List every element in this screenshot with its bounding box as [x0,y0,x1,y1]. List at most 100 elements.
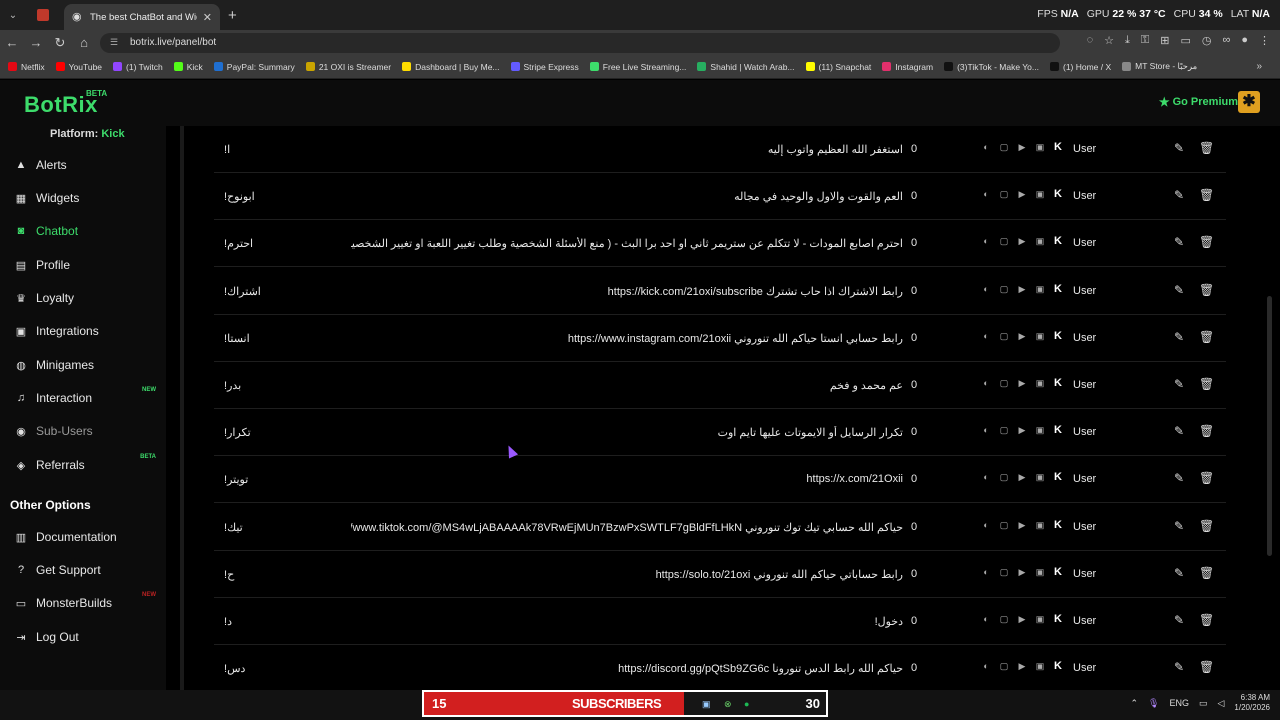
sidebar-item-chatbot[interactable]: ◙ Chatbot [0,216,166,246]
more-bookmarks-icon[interactable]: » [1256,61,1262,72]
user-avatar[interactable]: ✱ [1238,91,1260,113]
command-permission: User [1073,520,1097,533]
edit-icon[interactable]: ✎ [1174,283,1184,297]
tray-chevron-icon[interactable]: ⌃ [1130,698,1138,709]
command-uses: 0 [911,237,918,250]
trash-icon[interactable]: 🗑 [1199,283,1214,297]
discord-icon: ◐ [983,425,989,436]
forward-icon[interactable]: → [24,35,48,50]
trash-icon[interactable]: 🗑 [1199,330,1214,344]
sidebar-item-alerts[interactable]: ▲ Alerts [0,150,166,180]
profile-avatar-icon[interactable]: ● [1241,34,1248,47]
edit-icon[interactable]: ✎ [1174,660,1184,674]
edit-icon[interactable]: ✎ [1174,330,1184,344]
bookmark-item[interactable]: (1) Twitch [113,62,163,72]
bookmark-item[interactable]: 21 OXI is Streamer [305,62,391,72]
bookmark-item[interactable]: Shahid | Watch Arab... [697,62,795,72]
spotify-icon[interactable]: ● [744,699,749,709]
sidebar-item-monsterbuilds[interactable]: ▭ MonsterBuilds NEW [0,588,166,618]
trash-icon[interactable]: 🗑 [1199,566,1214,580]
trash-icon[interactable]: 🗑 [1199,424,1214,438]
sidebar-item-get-support[interactable]: ? Get Support [0,555,166,585]
link-icon[interactable]: ∞ [1223,34,1231,47]
trash-icon[interactable]: 🗑 [1199,660,1214,674]
bookmark-item[interactable]: Instagram [882,62,933,72]
edit-icon[interactable]: ✎ [1174,188,1184,202]
close-tab-icon[interactable]: ✕ [203,11,212,24]
sidebar-item-profile[interactable]: ▤ Profile [0,250,166,280]
home-icon[interactable]: ⌂ [72,35,96,50]
volume-icon[interactable]: ◁ [1217,698,1224,709]
edit-icon[interactable]: ✎ [1174,471,1184,485]
kick-icon: K [1054,518,1062,531]
edit-icon[interactable]: ✎ [1174,424,1184,438]
card-icon[interactable]: ▭ [1180,34,1190,47]
vscode-icon[interactable]: ▣ [702,699,711,710]
sidebar-item-loyalty[interactable]: ♛ Loyalty [0,283,166,313]
tab-search-chevron-icon[interactable]: ⌄ [4,6,22,24]
new-tab-icon[interactable]: + [228,7,237,24]
language-indicator[interactable]: ENG [1169,698,1189,708]
eye-off-icon[interactable]: ◌ [1087,34,1094,47]
edit-icon[interactable]: ✎ [1174,235,1184,249]
history-icon[interactable]: ◷ [1202,34,1212,47]
edit-icon[interactable]: ✎ [1174,613,1184,627]
trash-icon[interactable]: 🗑 [1199,188,1214,202]
bookmark-item[interactable]: (11) Snapchat [805,62,871,72]
edit-icon[interactable]: ✎ [1174,377,1184,391]
reload-icon[interactable]: ↻ [48,35,72,51]
edit-icon[interactable]: ✎ [1174,141,1184,155]
translate-icon[interactable]: ⊞ [1160,34,1169,47]
bookmark-item[interactable]: Kick [173,62,203,72]
sidebar-item-label: Sub-Users [36,424,93,438]
sidebar-item-integrations[interactable]: ▣ Integrations [0,316,166,346]
sidebar-item-log-out[interactable]: ⇥ Log Out [0,622,166,652]
menu-icon[interactable]: ⋮ [1259,34,1270,47]
bookmark-favicon-icon [1122,62,1132,71]
site-info-icon[interactable]: ☰ [110,37,122,49]
sidebar-item-interaction[interactable]: ♫ Interaction NEW [0,383,166,413]
sidebar-item-widgets[interactable]: ▦ Widgets [0,183,166,213]
trash-icon[interactable]: 🗑 [1199,377,1214,391]
sidebar-item-referrals[interactable]: ◈ Referrals BETA [0,450,166,480]
network-icon[interactable]: ▭ [1199,698,1208,709]
bookmark-item[interactable]: Netflix [8,62,45,72]
trash-icon[interactable]: 🗑 [1199,519,1214,533]
pinned-tab[interactable] [28,3,58,27]
bookmark-favicon-icon [402,62,412,71]
table-row: !ح رابط حساباتي حياكم الله تنوروني https:… [214,551,1226,598]
bookmark-item[interactable]: Dashboard | Buy Me... [402,62,500,72]
bookmark-item[interactable]: MT Store - مرحبًا [1122,61,1197,72]
edit-icon[interactable]: ✎ [1174,566,1184,580]
bookmark-item[interactable]: Stripe Express [510,62,579,72]
sidebar-item-minigames[interactable]: ◍ Minigames [0,350,166,380]
platform-icons: ◐ ▢ ▶ ▣ K [980,424,1064,436]
url-bar[interactable]: ☰ botrix.live/panel/bot [100,32,1060,53]
xbox-icon[interactable]: ⊗ [724,699,732,710]
trovo-icon: ▣ [1035,472,1045,483]
bookmark-item[interactable]: Free Live Streaming... [589,62,686,72]
command-name: !ا [224,144,231,156]
trovo-icon: ▣ [1035,566,1045,577]
key-icon[interactable]: ⚿ [1141,34,1149,47]
bookmark-item[interactable]: YouTube [55,62,102,72]
bookmark-item[interactable]: (1) Home / X [1049,62,1111,72]
back-icon[interactable]: ← [0,35,24,50]
download-icon[interactable]: ⤓ [1125,34,1130,47]
bookmark-item[interactable]: PayPal: Summary [213,62,295,72]
trash-icon[interactable]: 🗑 [1199,471,1214,485]
command-uses: 0 [911,331,918,344]
trash-icon[interactable]: 🗑 [1199,141,1214,155]
trash-icon[interactable]: 🗑 [1199,235,1214,249]
clock[interactable]: 6:38 AM 1/20/2026 [1234,693,1270,713]
active-tab[interactable]: ◉ The best ChatBot and Widgets ✕ [64,4,220,30]
trash-icon[interactable]: 🗑 [1199,613,1214,627]
main-scrollbar[interactable] [1267,296,1272,556]
bookmark-star-icon[interactable]: ☆ [1104,34,1114,47]
sidebar-item-documentation[interactable]: ▥ Documentation [0,522,166,552]
go-premium-button[interactable]: ★ Go Premium [1159,95,1238,109]
bookmark-item[interactable]: (3)TikTok - Make Yo... [944,62,1039,72]
mic-icon[interactable]: 🎙 [1148,698,1159,709]
sidebar-item-sub-users[interactable]: ◉ Sub-Users [0,416,166,446]
edit-icon[interactable]: ✎ [1174,519,1184,533]
